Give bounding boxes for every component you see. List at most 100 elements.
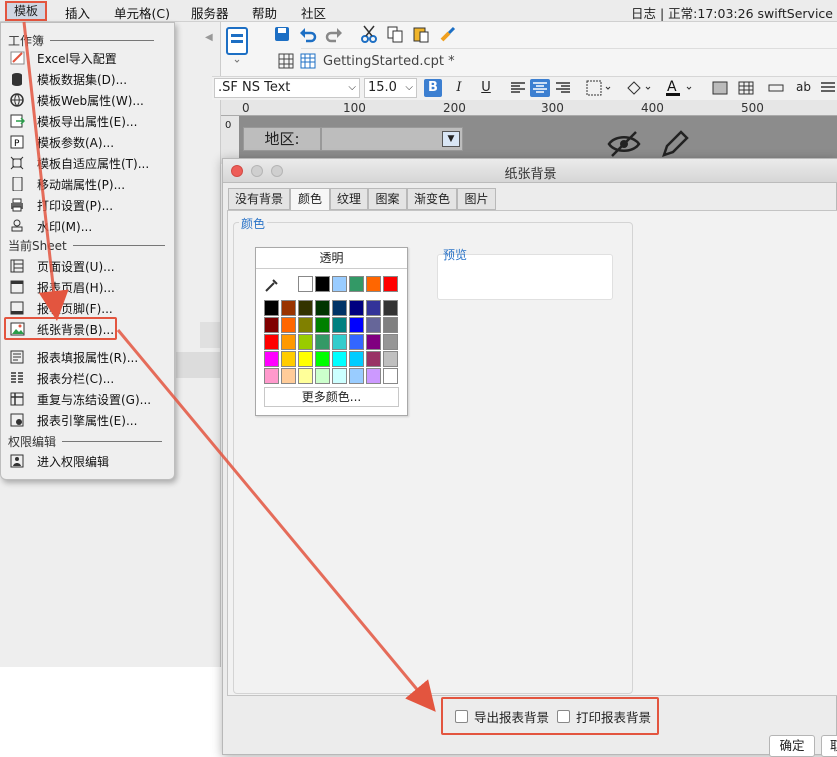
color-swatch[interactable]: [383, 368, 398, 384]
color-swatch[interactable]: [349, 334, 364, 350]
recent-swatch[interactable]: [349, 276, 364, 292]
font-size-select[interactable]: 15.0 ⌵: [364, 78, 417, 98]
tab-image[interactable]: 图片: [457, 188, 496, 210]
wrap-text-icon[interactable]: [768, 81, 784, 95]
cell-label[interactable]: 地区:: [243, 127, 321, 151]
color-swatch[interactable]: [349, 300, 364, 316]
color-swatch[interactable]: [298, 300, 313, 316]
combo-dropdown-icon[interactable]: ▼: [442, 131, 460, 147]
color-swatch[interactable]: [383, 317, 398, 333]
color-swatch[interactable]: [315, 351, 330, 367]
recent-swatch[interactable]: [383, 276, 398, 292]
print-bg-checkbox[interactable]: 打印报表背景: [557, 707, 651, 726]
bold-button[interactable]: B: [424, 79, 442, 97]
checkbox-box[interactable]: [455, 710, 468, 723]
color-swatch[interactable]: [366, 368, 381, 384]
table-icon[interactable]: [738, 81, 754, 95]
color-swatch[interactable]: [332, 334, 347, 350]
file-tab[interactable]: GettingStarted.cpt *: [300, 50, 455, 72]
color-swatch[interactable]: [315, 334, 330, 350]
color-swatch[interactable]: [315, 300, 330, 316]
recent-swatch[interactable]: [315, 276, 330, 292]
align-center-icon[interactable]: [530, 79, 550, 97]
menu-cell[interactable]: 单元格(C): [114, 3, 170, 22]
color-swatch[interactable]: [281, 351, 296, 367]
color-swatch[interactable]: [298, 334, 313, 350]
color-swatch[interactable]: [264, 351, 279, 367]
recent-swatch[interactable]: [332, 276, 347, 292]
menu-item-export-props[interactable]: 模板导出属性(E)...: [10, 111, 137, 131]
color-swatch[interactable]: [298, 368, 313, 384]
recent-swatch[interactable]: [366, 276, 381, 292]
redo-icon[interactable]: [325, 25, 343, 43]
menu-item-watermark[interactable]: 水印(M)...: [10, 216, 92, 236]
menu-item-footer[interactable]: 报表页脚(F)...: [10, 298, 113, 318]
eyedropper-icon[interactable]: [264, 277, 280, 293]
color-swatch[interactable]: [332, 351, 347, 367]
menu-item-page-setup[interactable]: 页面设置(U)...: [10, 256, 115, 276]
color-swatch[interactable]: [281, 300, 296, 316]
copy-icon[interactable]: [386, 25, 404, 43]
menu-insert[interactable]: 插入: [65, 3, 90, 22]
menu-item-freeze[interactable]: 重复与冻结设置(G)...: [10, 389, 151, 409]
align-left-icon[interactable]: [510, 81, 526, 95]
menu-help[interactable]: 帮助: [252, 3, 277, 22]
menu-template[interactable]: 模板: [5, 1, 47, 21]
format-painter-icon[interactable]: [439, 25, 457, 43]
recent-swatch[interactable]: [298, 276, 313, 292]
fill-color-icon[interactable]: [625, 80, 653, 96]
color-swatch[interactable]: [349, 368, 364, 384]
menu-server[interactable]: 服务器: [191, 3, 229, 22]
font-color-icon[interactable]: A: [665, 79, 695, 97]
menu-item-engine[interactable]: 报表引擎属性(E)...: [10, 410, 137, 430]
color-swatch[interactable]: [383, 300, 398, 316]
menu-item-print-settings[interactable]: 打印设置(P)...: [10, 195, 113, 215]
menu-item-columns[interactable]: 报表分栏(C)...: [10, 368, 114, 388]
color-swatch[interactable]: [264, 368, 279, 384]
align-right-icon[interactable]: [555, 81, 571, 95]
checkbox-box[interactable]: [557, 710, 570, 723]
tab-pattern[interactable]: 图案: [368, 188, 407, 210]
color-swatch[interactable]: [264, 317, 279, 333]
strike-icon[interactable]: ab: [796, 80, 811, 94]
ok-button[interactable]: 确定: [769, 735, 815, 757]
tab-gradient[interactable]: 渐变色: [407, 188, 457, 210]
transparent-button[interactable]: 透明: [256, 248, 407, 269]
italic-button[interactable]: I: [450, 79, 468, 97]
color-swatch[interactable]: [332, 368, 347, 384]
color-swatch[interactable]: [383, 334, 398, 350]
color-swatch[interactable]: [383, 351, 398, 367]
cancel-button[interactable]: 取: [821, 735, 837, 757]
template-icon[interactable]: [225, 26, 251, 66]
menu-item-mobile[interactable]: 移动端属性(P)...: [10, 174, 125, 194]
menu-item-permission-edit[interactable]: 进入权限编辑: [10, 451, 109, 471]
color-swatch[interactable]: [366, 351, 381, 367]
font-family-select[interactable]: .SF NS Text ⌵: [214, 78, 360, 98]
color-swatch[interactable]: [264, 334, 279, 350]
menu-community[interactable]: 社区: [301, 3, 326, 22]
export-bg-checkbox[interactable]: 导出报表背景: [455, 707, 549, 726]
color-swatch[interactable]: [332, 300, 347, 316]
color-swatch[interactable]: [298, 317, 313, 333]
cut-icon[interactable]: [360, 25, 378, 43]
color-swatch[interactable]: [349, 351, 364, 367]
menu-item-dataset[interactable]: 模板数据集(D)...: [10, 69, 127, 89]
menu-item-params[interactable]: P 模板参数(A)...: [10, 132, 114, 152]
tab-texture[interactable]: 纹理: [330, 188, 368, 210]
hide-eye-icon[interactable]: [607, 130, 641, 158]
color-swatch[interactable]: [349, 317, 364, 333]
color-swatch[interactable]: [366, 300, 381, 316]
color-swatch[interactable]: [315, 368, 330, 384]
tab-color[interactable]: 颜色: [290, 188, 330, 211]
border-icon[interactable]: [586, 80, 612, 96]
color-swatch[interactable]: [315, 317, 330, 333]
edit-pencil-icon[interactable]: [659, 128, 691, 160]
color-swatch[interactable]: [366, 334, 381, 350]
parameter-combo[interactable]: ▼: [321, 127, 463, 151]
color-swatch[interactable]: [281, 368, 296, 384]
color-swatch[interactable]: [366, 317, 381, 333]
more-colors-button[interactable]: 更多颜色...: [264, 387, 399, 407]
report-canvas[interactable]: 地区: ▼: [239, 116, 837, 164]
color-swatch[interactable]: [264, 300, 279, 316]
menu-item-fill-report[interactable]: 报表填报属性(R)...: [10, 347, 138, 367]
